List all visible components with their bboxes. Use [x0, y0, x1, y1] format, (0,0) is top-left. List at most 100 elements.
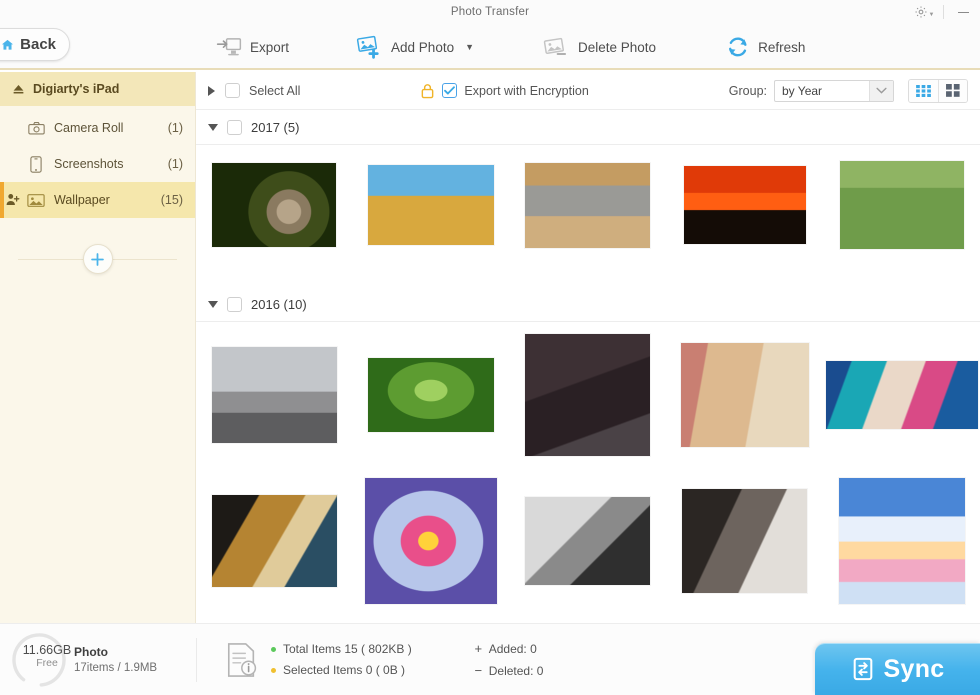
export-encryption-checkbox[interactable]: [442, 83, 458, 98]
photo-cell[interactable]: [823, 468, 980, 614]
plus-icon: +: [474, 641, 483, 656]
pink-winter-painting[interactable]: [365, 478, 498, 604]
minus-icon: −: [474, 663, 483, 678]
added-line: + Added: 0: [474, 641, 544, 656]
chevron-down-icon: [869, 80, 893, 101]
refresh-label: Refresh: [758, 39, 806, 55]
grid-large-icon: [946, 84, 960, 97]
group-header-2017[interactable]: 2017 (5): [196, 110, 980, 144]
squirrel-beer-photo[interactable]: [839, 161, 964, 249]
status-bar: 11.66GB Free Photo 17items / 1.9MB Total…: [0, 623, 980, 695]
group-header-2016[interactable]: 2016 (10): [196, 287, 980, 321]
delete-photo-icon: [543, 37, 567, 55]
minimize-icon[interactable]: [950, 0, 976, 24]
sidebar-item-camera-roll[interactable]: Camera Roll (1): [0, 110, 195, 146]
grid-small-icon: [916, 84, 931, 97]
blue-winter-painting[interactable]: [838, 478, 965, 604]
content-area: Select All Export with Encryption Group:…: [196, 72, 980, 623]
group-checkbox[interactable]: [227, 296, 242, 312]
items-info-lines: Total Items 15 ( 802KB ) Selected Items …: [271, 642, 412, 677]
export-monitor-icon: [216, 38, 242, 56]
collapse-toggle[interactable]: [208, 123, 218, 131]
group-checkbox[interactable]: [227, 119, 242, 135]
deleted-label: Deleted: 0: [488, 663, 544, 678]
gear-icon[interactable]: ▼: [911, 0, 937, 24]
group-dropdown[interactable]: by Year: [774, 79, 894, 102]
red-car-photo[interactable]: [211, 347, 337, 443]
photo-cell[interactable]: [510, 468, 667, 614]
bw-monument-photo[interactable]: [525, 497, 651, 585]
gear-caret-icon: ▼: [928, 12, 935, 18]
photo-cell[interactable]: [823, 145, 980, 265]
bw-arcade-photo[interactable]: [682, 489, 808, 593]
view-small-grid-button[interactable]: [909, 79, 938, 102]
export-button[interactable]: Export: [206, 24, 299, 70]
photo-cell[interactable]: [353, 468, 510, 614]
photo-cell[interactable]: [666, 468, 823, 614]
view-mode-toggle: [908, 78, 968, 103]
kitten-photo[interactable]: [525, 162, 651, 248]
photo-cell[interactable]: [823, 322, 980, 468]
photo-scroll-area[interactable]: 2017 (5) 2016 (10): [196, 110, 980, 623]
title-bar: Photo Transfer ▼: [0, 0, 980, 24]
select-all-checkbox[interactable]: [225, 83, 240, 98]
collapse-toggle[interactable]: [208, 300, 218, 308]
expand-all-toggle[interactable]: [208, 85, 215, 96]
add-album-row: [0, 234, 195, 284]
photo-cell[interactable]: [353, 145, 510, 265]
sync-button[interactable]: Sync: [815, 643, 980, 695]
chevron-down-icon: ▼: [465, 42, 475, 52]
total-items-label: Total Items 15 ( 802KB ): [283, 642, 412, 656]
export-label: Export: [250, 39, 290, 55]
refresh-button[interactable]: Refresh: [716, 24, 815, 70]
divider: [943, 5, 944, 19]
photo-cell[interactable]: [666, 322, 823, 468]
window-title: Photo Transfer: [450, 6, 530, 18]
lock-icon: [422, 83, 434, 98]
photo-cell[interactable]: [196, 322, 353, 468]
storage-free-label: Free: [36, 656, 58, 669]
zebras-photo[interactable]: [368, 165, 495, 245]
photo-cell[interactable]: [196, 145, 353, 265]
view-large-grid-button[interactable]: [938, 79, 967, 102]
home-icon: [2, 39, 14, 50]
change-counts: + Added: 0 − Deleted: 0: [474, 641, 544, 678]
sync-label: Sync: [883, 654, 945, 683]
group-value: by Year: [782, 83, 823, 98]
camera-icon: [26, 121, 46, 135]
content-toolbar: Select All Export with Encryption Group:…: [196, 72, 980, 110]
check-icon: [444, 86, 456, 95]
photo-cell[interactable]: [196, 468, 353, 614]
main-toolbar: Back Export Add Photo ▼ Delete Photo Ref…: [0, 24, 980, 70]
photo-cell[interactable]: [353, 322, 510, 468]
sidebar-item-wallpaper[interactable]: Wallpaper (15): [0, 182, 195, 218]
plus-icon: [91, 252, 104, 266]
add-photo-icon: [356, 35, 379, 59]
selected-items-label: Selected Items 0 ( 0B ): [283, 663, 406, 677]
photo-transfer-window: Photo Transfer ▼ Back Export Add Photo ▼…: [0, 0, 980, 695]
album-list: Camera Roll (1) Screenshots (1) Wallpape…: [0, 106, 195, 218]
squirrel-photo[interactable]: [212, 163, 337, 247]
add-person-icon: [6, 193, 20, 211]
back-button[interactable]: Back: [0, 28, 70, 61]
delete-photo-button[interactable]: Delete Photo: [532, 24, 666, 70]
sidebar-item-screenshots[interactable]: Screenshots (1): [0, 146, 195, 182]
photo-cell[interactable]: [510, 322, 667, 468]
phone-icon: [26, 155, 46, 173]
add-photo-button[interactable]: Add Photo ▼: [345, 24, 484, 70]
sunset-mill-photo[interactable]: [683, 166, 806, 244]
select-all-label: Select All: [249, 83, 301, 98]
piano-room-photo[interactable]: [680, 343, 809, 447]
photo-cell[interactable]: [510, 145, 667, 265]
device-header[interactable]: Digiarty's iPad: [0, 72, 195, 106]
status-dot-selected: [271, 667, 276, 673]
tree-road-photo[interactable]: [368, 358, 495, 432]
desert-river-photo[interactable]: [211, 495, 337, 587]
dark-street-photo[interactable]: [525, 334, 651, 456]
storage-meta: Photo 17items / 1.9MB: [74, 645, 157, 674]
photo-cell[interactable]: [666, 145, 823, 265]
group-label: 2017 (5): [251, 119, 300, 135]
add-album-button[interactable]: [82, 244, 113, 274]
rain-glass-photo[interactable]: [825, 361, 978, 429]
sidebar-item-count: (1): [167, 157, 183, 171]
